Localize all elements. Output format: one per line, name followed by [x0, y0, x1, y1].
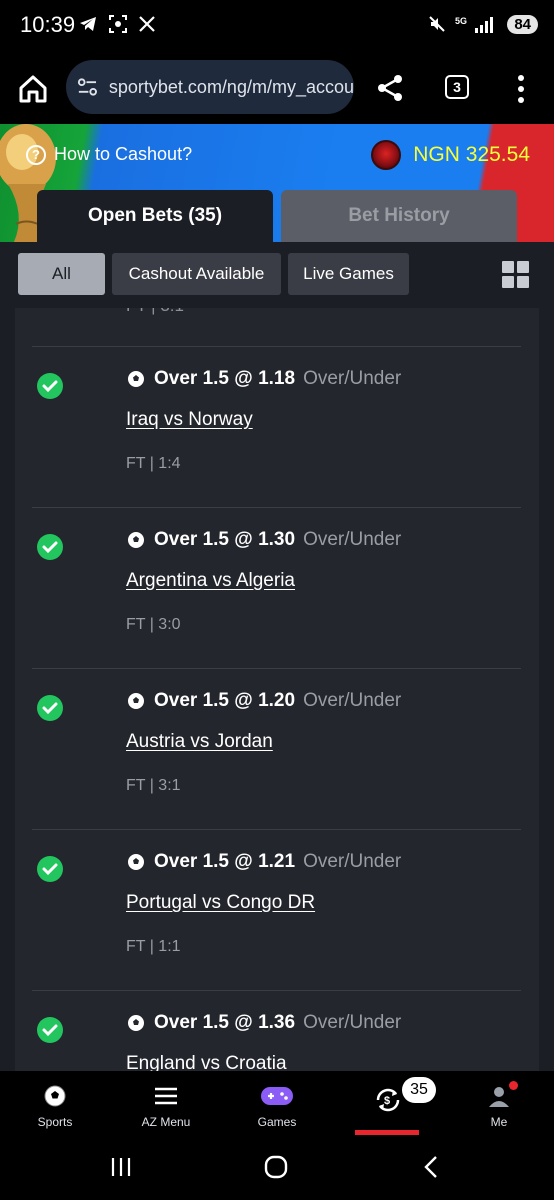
home-circle-icon [264, 1155, 288, 1179]
nav-sports-label: Sports [37, 1115, 73, 1129]
match-link[interactable]: Portugal vs Congo DR [126, 892, 315, 914]
match-link[interactable]: England vs Croatia [126, 1053, 287, 1071]
list-item[interactable]: Over 1.5 @ 1.18 Over/Under Iraq vs Norwa… [32, 346, 521, 507]
how-to-cashout-link[interactable]: ? How to Cashout? [26, 144, 192, 165]
menu-icon [155, 1087, 177, 1105]
check-icon [37, 534, 63, 560]
balance-amount: NGN 325.54 [413, 143, 530, 166]
match-link[interactable]: Austria vs Jordan [126, 731, 273, 753]
bet-selection: Over 1.5 @ 1.21 Over/Under [126, 851, 401, 873]
check-icon [37, 856, 63, 882]
bet-market: Over/Under [303, 851, 402, 872]
check-icon [37, 1017, 63, 1043]
filter-all-button[interactable]: All [18, 253, 105, 295]
bet-pick: Over 1.5 @ 1.36 [154, 1012, 296, 1033]
match-result: FT | 3:0 [126, 616, 181, 633]
svg-text:$: $ [384, 1095, 390, 1107]
bet-market: Over/Under [303, 1012, 402, 1033]
bet-pick: Over 1.5 @ 1.20 [154, 690, 296, 711]
bet-selection: Over 1.5 @ 1.18 Over/Under [126, 368, 401, 390]
nav-sports[interactable]: Sports [0, 1071, 110, 1135]
notification-dot [509, 1081, 518, 1090]
battery-indicator: 84 [507, 14, 538, 34]
home-icon[interactable] [16, 72, 50, 106]
share-icon[interactable] [374, 72, 406, 104]
back-icon [424, 1156, 437, 1178]
url-text[interactable]: sportybet.com/ng/m/my_accou [109, 77, 354, 98]
bet-selection: Over 1.5 @ 1.30 Over/Under [126, 529, 401, 551]
nav-az-menu[interactable]: AZ Menu [111, 1071, 221, 1135]
bottom-navigation: Sports AZ Menu Games $ 35 Me [0, 1071, 554, 1135]
bet-market: Over/Under [303, 529, 402, 550]
match-link[interactable]: Argentina vs Algeria [126, 570, 295, 592]
filter-cashout-available-button[interactable]: Cashout Available [112, 253, 281, 295]
filter-bar: All Cashout Available Live Games [0, 242, 554, 308]
browser-toolbar: sportybet.com/ng/m/my_accou 3 [0, 52, 554, 124]
list-item[interactable]: Over 1.5 @ 1.30 Over/Under Argentina vs … [32, 507, 521, 668]
status-bar: 10:39 5G 84 [0, 0, 554, 52]
match-result: FT | 3:1 [126, 777, 181, 794]
bet-list: FT | 3:1 Over 1.5 @ 1.18 Over/Under Iraq… [15, 308, 539, 1071]
tab-open-bets[interactable]: Open Bets (35) [37, 190, 273, 242]
check-icon [37, 695, 63, 721]
bet-selection: Over 1.5 @ 1.20 Over/Under [126, 690, 401, 712]
status-notification-icons [78, 14, 156, 34]
tab-bet-history[interactable]: Bet History [281, 190, 517, 242]
list-item[interactable]: Over 1.5 @ 1.36 Over/Under England vs Cr… [32, 990, 521, 1071]
match-result: FT | 1:1 [126, 938, 181, 955]
avatar[interactable] [371, 140, 402, 170]
back-button[interactable] [420, 1151, 442, 1183]
more-menu-icon[interactable] [510, 72, 532, 106]
soccer-ball-icon [127, 531, 145, 549]
how-to-cashout-label: How to Cashout? [54, 144, 193, 164]
nav-me[interactable]: Me [444, 1071, 554, 1135]
grid-view-icon[interactable] [502, 261, 529, 288]
mute-icon [429, 16, 446, 32]
recent-apps-icon [111, 1158, 131, 1176]
nav-games-label: Games [257, 1115, 297, 1129]
list-item[interactable]: Over 1.5 @ 1.20 Over/Under Austria vs Jo… [32, 668, 521, 829]
status-system-icons: 5G 84 [427, 14, 538, 34]
recent-apps-button[interactable] [108, 1151, 134, 1183]
screenshot-icon [109, 15, 127, 33]
open-bets-count-badge: 35 [402, 1077, 436, 1103]
soccer-ball-icon [127, 370, 145, 388]
cashout-icon: $ [376, 1088, 400, 1112]
svg-text:5G: 5G [455, 16, 467, 26]
nav-az-menu-label: AZ Menu [141, 1115, 191, 1129]
bet-pick: Over 1.5 @ 1.30 [154, 529, 296, 550]
bet-market: Over/Under [303, 690, 402, 711]
x-icon [139, 16, 155, 32]
soccer-ball-icon [127, 853, 145, 871]
bet-pick: Over 1.5 @ 1.18 [154, 368, 296, 389]
soccer-ball-icon [127, 1014, 145, 1032]
user-icon [489, 1087, 509, 1107]
match-result: FT | 1:4 [126, 455, 181, 472]
bet-pick: Over 1.5 @ 1.21 [154, 851, 296, 872]
bet-selection: Over 1.5 @ 1.36 Over/Under [126, 1012, 401, 1034]
soccer-ball-icon [127, 692, 145, 710]
check-icon [37, 373, 63, 399]
list-item[interactable]: Over 1.5 @ 1.21 Over/Under Portugal vs C… [32, 829, 521, 990]
partial-result: FT | 3:1 [126, 308, 184, 316]
nav-me-label: Me [490, 1115, 508, 1129]
tab-switcher-button[interactable]: 3 [445, 75, 469, 99]
bet-market: Over/Under [303, 368, 402, 389]
site-settings-icon[interactable] [76, 75, 99, 99]
telegram-icon [80, 17, 96, 31]
system-navigation-bar [0, 1135, 554, 1200]
home-button[interactable] [262, 1151, 290, 1183]
address-bar[interactable]: sportybet.com/ng/m/my_accou [66, 60, 354, 114]
match-link[interactable]: Iraq vs Norway [126, 409, 253, 431]
account-balance[interactable]: NGN 325.54 [371, 140, 530, 170]
filter-live-games-button[interactable]: Live Games [288, 253, 409, 295]
status-time: 10:39 [20, 12, 76, 37]
help-icon: ? [26, 144, 46, 165]
gamepad-icon [261, 1087, 293, 1105]
soccer-ball-icon [44, 1085, 66, 1107]
signal-5g-icon: 5G [455, 16, 494, 33]
nav-games[interactable]: Games [222, 1071, 332, 1135]
